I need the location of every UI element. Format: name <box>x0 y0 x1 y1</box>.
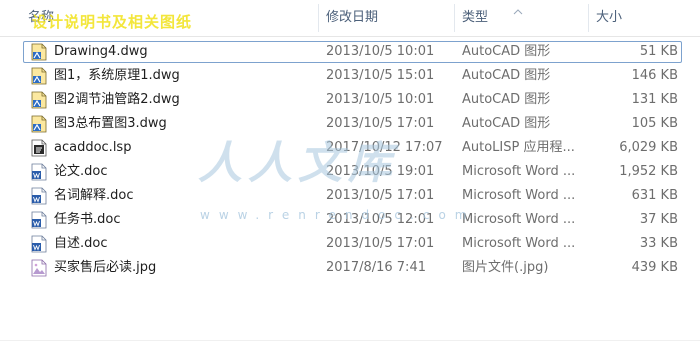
file-name: 任务书.doc <box>54 212 121 227</box>
column-header-name-label: 名称 <box>28 10 55 25</box>
file-name: 论文.doc <box>54 164 108 179</box>
jpg-icon <box>31 259 47 277</box>
doc-icon <box>31 187 47 205</box>
file-size: 33 KB <box>639 236 678 251</box>
column-header-bar: 名称 修改日期 类型 大小 设计说明书及相关图纸 <box>0 0 700 37</box>
column-header-type-label: 类型 <box>462 10 489 25</box>
file-type: AutoLISP 应用程... <box>462 140 575 155</box>
dwg-icon <box>31 91 47 109</box>
column-divider[interactable] <box>588 4 589 32</box>
file-name: 图3总布置图3.dwg <box>54 116 167 131</box>
file-type: AutoCAD 图形 <box>462 44 551 59</box>
sort-chevron-up-icon <box>513 4 523 19</box>
file-size: 131 KB <box>631 92 678 107</box>
file-size: 51 KB <box>639 44 678 59</box>
file-row[interactable]: 名词解释.doc 2013/10/5 17:01 Microsoft Word ..… <box>0 184 700 208</box>
doc-icon <box>31 211 47 229</box>
file-type: Microsoft Word ... <box>462 164 576 179</box>
file-row[interactable]: 图1，系统原理1.dwg 2013/10/5 15:01 AutoCAD 图形 146… <box>0 64 700 88</box>
column-header-date[interactable]: 修改日期 <box>320 0 454 36</box>
file-modified-date: 2013/10/5 19:01 <box>326 164 435 179</box>
file-name: 名词解释.doc <box>54 188 134 203</box>
file-type: AutoCAD 图形 <box>462 116 551 131</box>
file-type: AutoCAD 图形 <box>462 68 551 83</box>
column-divider[interactable] <box>318 4 319 32</box>
file-size: 105 KB <box>631 116 678 131</box>
file-size: 37 KB <box>639 212 678 227</box>
file-modified-date: 2013/10/5 10:01 <box>326 92 435 107</box>
file-size: 631 KB <box>631 188 678 203</box>
file-row[interactable]: 图3总布置图3.dwg 2013/10/5 17:01 AutoCAD 图形 105 … <box>0 112 700 136</box>
file-modified-date: 2017/10/12 17:07 <box>326 140 443 155</box>
file-modified-date: 2013/10/5 15:01 <box>326 68 435 83</box>
file-modified-date: 2013/10/5 17:01 <box>326 236 435 251</box>
file-size: 6,029 KB <box>619 140 678 155</box>
doc-icon <box>31 235 47 253</box>
dwg-icon <box>31 43 47 61</box>
file-type: Microsoft Word ... <box>462 188 576 203</box>
file-modified-date: 2013/10/5 17:01 <box>326 188 435 203</box>
file-row[interactable]: 任务书.doc 2013/10/5 12:01 Microsoft Word ...… <box>0 208 700 232</box>
file-type: 图片文件(.jpg) <box>462 260 549 275</box>
file-modified-date: 2017/8/16 7:41 <box>326 260 426 275</box>
file-type: AutoCAD 图形 <box>462 92 551 107</box>
lsp-icon <box>31 139 47 157</box>
dwg-icon <box>31 115 47 133</box>
file-size: 439 KB <box>631 260 678 275</box>
file-type: Microsoft Word ... <box>462 236 576 251</box>
file-row[interactable]: acaddoc.lsp 2017/10/12 17:07 AutoLISP 应用程.… <box>0 136 700 160</box>
file-row[interactable]: Drawing4.dwg 2013/10/5 10:01 AutoCAD 图形 51 … <box>0 40 700 64</box>
column-header-date-label: 修改日期 <box>326 10 379 25</box>
file-name: Drawing4.dwg <box>54 44 148 59</box>
file-size: 146 KB <box>631 68 678 83</box>
file-row[interactable]: 图2调节油管路2.dwg 2013/10/5 10:01 AutoCAD 图形 131… <box>0 88 700 112</box>
file-row[interactable]: 自述.doc 2013/10/5 17:01 Microsoft Word ... 3… <box>0 232 700 256</box>
file-name: 图1，系统原理1.dwg <box>54 68 180 83</box>
file-name: acaddoc.lsp <box>54 140 132 155</box>
file-row[interactable]: 买家售后必读.jpg 2017/8/16 7:41 图片文件(.jpg) 439 KB <box>0 256 700 280</box>
file-size: 1,952 KB <box>619 164 678 179</box>
file-name: 图2调节油管路2.dwg <box>54 92 180 107</box>
divider <box>0 340 700 341</box>
file-modified-date: 2013/10/5 10:01 <box>326 44 435 59</box>
doc-icon <box>31 163 47 181</box>
file-type: Microsoft Word ... <box>462 212 576 227</box>
file-name: 自述.doc <box>54 236 108 251</box>
file-modified-date: 2013/10/5 12:01 <box>326 212 435 227</box>
column-header-size[interactable]: 大小 <box>590 0 700 36</box>
file-name: 买家售后必读.jpg <box>54 260 157 275</box>
column-divider[interactable] <box>454 4 455 32</box>
column-header-name[interactable]: 名称 <box>22 0 318 36</box>
file-row[interactable]: 论文.doc 2013/10/5 19:01 Microsoft Word ... 1… <box>0 160 700 184</box>
column-header-size-label: 大小 <box>596 10 623 25</box>
dwg-icon <box>31 67 47 85</box>
file-modified-date: 2013/10/5 17:01 <box>326 116 435 131</box>
